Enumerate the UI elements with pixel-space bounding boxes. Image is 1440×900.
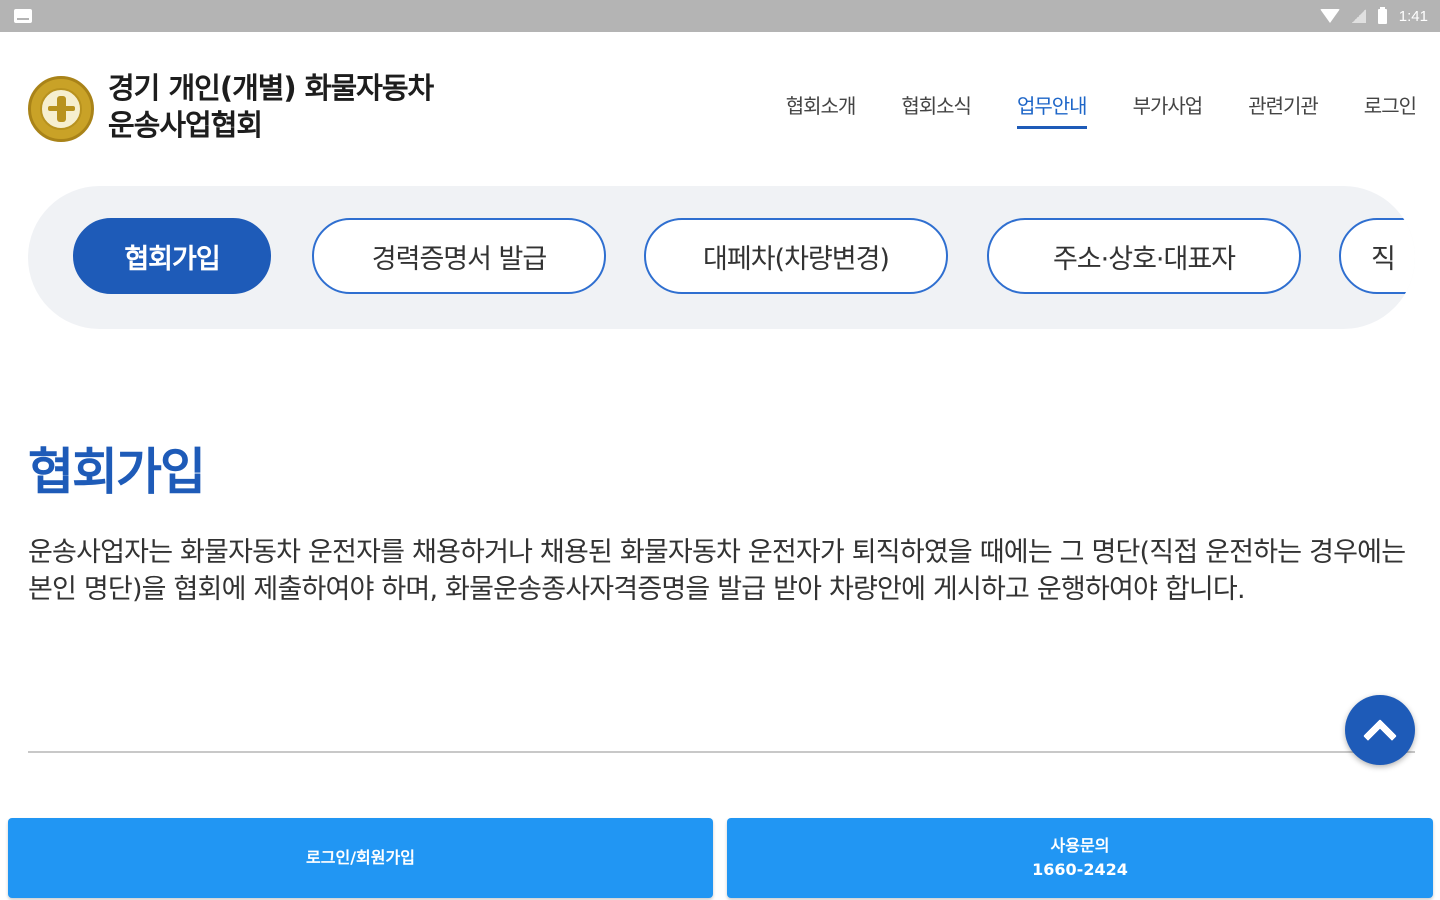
chevron-up-icon — [1363, 719, 1397, 753]
inquiry-button[interactable]: 사용문의 1660-2424 — [727, 818, 1433, 898]
inquiry-label: 사용문의 — [1050, 836, 1110, 855]
org-name-line2: 운송사업협회 — [108, 108, 263, 142]
tab-join-association[interactable]: 협회가입 — [73, 218, 271, 294]
tab-address-change[interactable]: 주소·상호·대표자 — [987, 218, 1301, 294]
login-signup-label: 로그인/회원가입 — [306, 848, 415, 867]
status-bar: 1:41 — [0, 0, 1440, 32]
status-time: 1:41 — [1398, 7, 1428, 25]
tab-vehicle-change[interactable]: 대페차(차량변경) — [644, 218, 948, 294]
nav-item-about[interactable]: 협회소개 — [786, 90, 857, 129]
page-description: 운송사업자는 화물자동차 운전자를 채용하거나 채용된 화물자동차 운전자가 퇴… — [28, 537, 1406, 605]
nav-item-login[interactable]: 로그인 — [1364, 90, 1417, 129]
divider — [28, 751, 1415, 753]
wifi-icon — [1319, 9, 1340, 23]
nav-item-news[interactable]: 협회소식 — [901, 90, 972, 129]
tab-career-certificate[interactable]: 경력증명서 발급 — [312, 218, 606, 294]
login-signup-button[interactable]: 로그인/회원가입 — [8, 818, 713, 898]
nav-item-services[interactable]: 업무안내 — [1016, 90, 1088, 129]
inquiry-phone: 1660-2424 — [1032, 860, 1128, 879]
tab-partial-next[interactable]: 직 — [1339, 218, 1415, 294]
nav-item-side-business[interactable]: 부가사업 — [1133, 90, 1204, 129]
site-header: 경기 개인(개별) 화물자동차 운송사업협회 협회소개 협회소식 업무안내 부가… — [0, 32, 1440, 182]
scroll-to-top-button[interactable] — [1345, 695, 1415, 765]
status-bar-right: 1:41 — [1319, 0, 1428, 32]
nav-item-related-orgs[interactable]: 관련기관 — [1248, 90, 1319, 129]
page-title: 협회가입 — [28, 443, 206, 501]
org-name[interactable]: 경기 개인(개별) 화물자동차 운송사업협회 — [108, 70, 434, 144]
service-tab-bar: 협회가입 경력증명서 발급 대페차(차량변경) 주소·상호·대표자 직 — [28, 186, 1415, 329]
main-nav: 협회소개 협회소식 업무안내 부가사업 관련기관 로그인 — [740, 90, 1417, 129]
association-logo-icon[interactable] — [28, 76, 94, 142]
signal-icon — [1351, 9, 1366, 23]
org-name-line1: 경기 개인(개별) 화물자동차 — [108, 71, 434, 105]
gallery-icon — [14, 9, 32, 23]
battery-icon — [1377, 6, 1387, 24]
